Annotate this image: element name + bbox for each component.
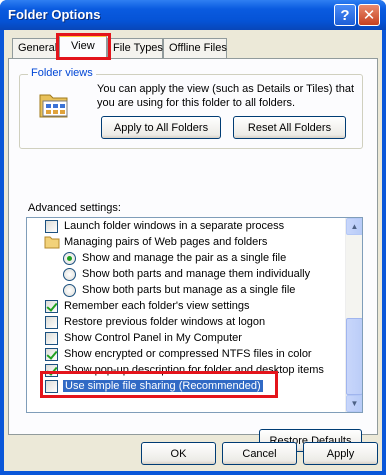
close-icon: ✕	[362, 7, 376, 24]
simple-file-sharing-highlight	[40, 371, 278, 398]
checkbox[interactable]	[45, 220, 58, 233]
list-item-label: Restore previous folder windows at logon	[64, 316, 266, 328]
list-item-label: Managing pairs of Web pages and folders	[64, 236, 268, 248]
list-item-label: Show both parts but manage as a single f…	[82, 284, 296, 296]
advanced-settings-label: Advanced settings:	[28, 202, 121, 214]
list-item-label: Show Control Panel in My Computer	[64, 332, 242, 344]
checkbox[interactable]	[45, 316, 58, 329]
cancel-label: Cancel	[242, 447, 277, 460]
apply-to-all-folders-button[interactable]: Apply to All Folders	[101, 116, 221, 139]
folder-options-window: Folder Options ? ✕ General View File Typ…	[0, 0, 386, 475]
scroll-thumb[interactable]	[346, 318, 362, 395]
dialog-body: General View File Types Offline Files Fo…	[4, 30, 382, 471]
help-icon: ?	[340, 6, 350, 24]
reset-all-folders-button[interactable]: Reset All Folders	[233, 116, 346, 139]
tab-file-types-label: File Types	[113, 42, 163, 54]
chevron-up-icon: ▲	[350, 222, 359, 231]
tab-offline-files[interactable]: Offline Files	[163, 38, 227, 58]
tab-file-types[interactable]: File Types	[107, 38, 163, 58]
apply-to-all-folders-label: Apply to All Folders	[113, 121, 209, 134]
tab-general[interactable]: General	[12, 38, 60, 58]
folder-views-icon	[39, 94, 68, 118]
checkbox[interactable]	[45, 348, 58, 361]
radio-button[interactable]	[63, 284, 76, 297]
radio-button[interactable]	[63, 252, 76, 265]
folder-views-heading: Folder views	[28, 67, 96, 79]
window-title: Folder Options	[8, 7, 101, 22]
apply-button[interactable]: Apply	[303, 442, 378, 465]
view-tab-highlight	[56, 33, 111, 60]
tab-general-label: General	[18, 42, 58, 54]
list-item-label: Remember each folder's view settings	[64, 300, 250, 312]
chevron-down-icon: ▼	[350, 399, 359, 408]
ok-label: OK	[170, 447, 187, 460]
scroll-down-button[interactable]: ▼	[346, 395, 362, 412]
title-bar[interactable]: Folder Options ? ✕	[0, 0, 386, 30]
close-button[interactable]: ✕	[358, 4, 380, 26]
cancel-button[interactable]: Cancel	[222, 442, 297, 465]
apply-label: Apply	[326, 447, 355, 460]
radio-button[interactable]	[63, 268, 76, 281]
list-item-label: Show and manage the pair as a single fil…	[82, 252, 287, 264]
help-button[interactable]: ?	[334, 4, 356, 26]
reset-all-folders-label: Reset All Folders	[247, 121, 332, 134]
ok-button[interactable]: OK	[141, 442, 216, 465]
tab-offline-files-label: Offline Files	[169, 42, 227, 54]
list-item-label: Show encrypted or compressed NTFS files …	[64, 348, 312, 360]
folder-icon	[44, 236, 60, 249]
vertical-scrollbar[interactable]: ▲ ▼	[345, 218, 362, 412]
checkbox[interactable]	[45, 332, 58, 345]
list-item-label: Show both parts and manage them individu…	[82, 268, 311, 280]
scroll-up-button[interactable]: ▲	[346, 218, 362, 235]
folder-views-description: You can apply the view (such as Details …	[97, 83, 355, 109]
checkbox[interactable]	[45, 300, 58, 313]
list-item-label: Launch folder windows in a separate proc…	[64, 220, 285, 232]
